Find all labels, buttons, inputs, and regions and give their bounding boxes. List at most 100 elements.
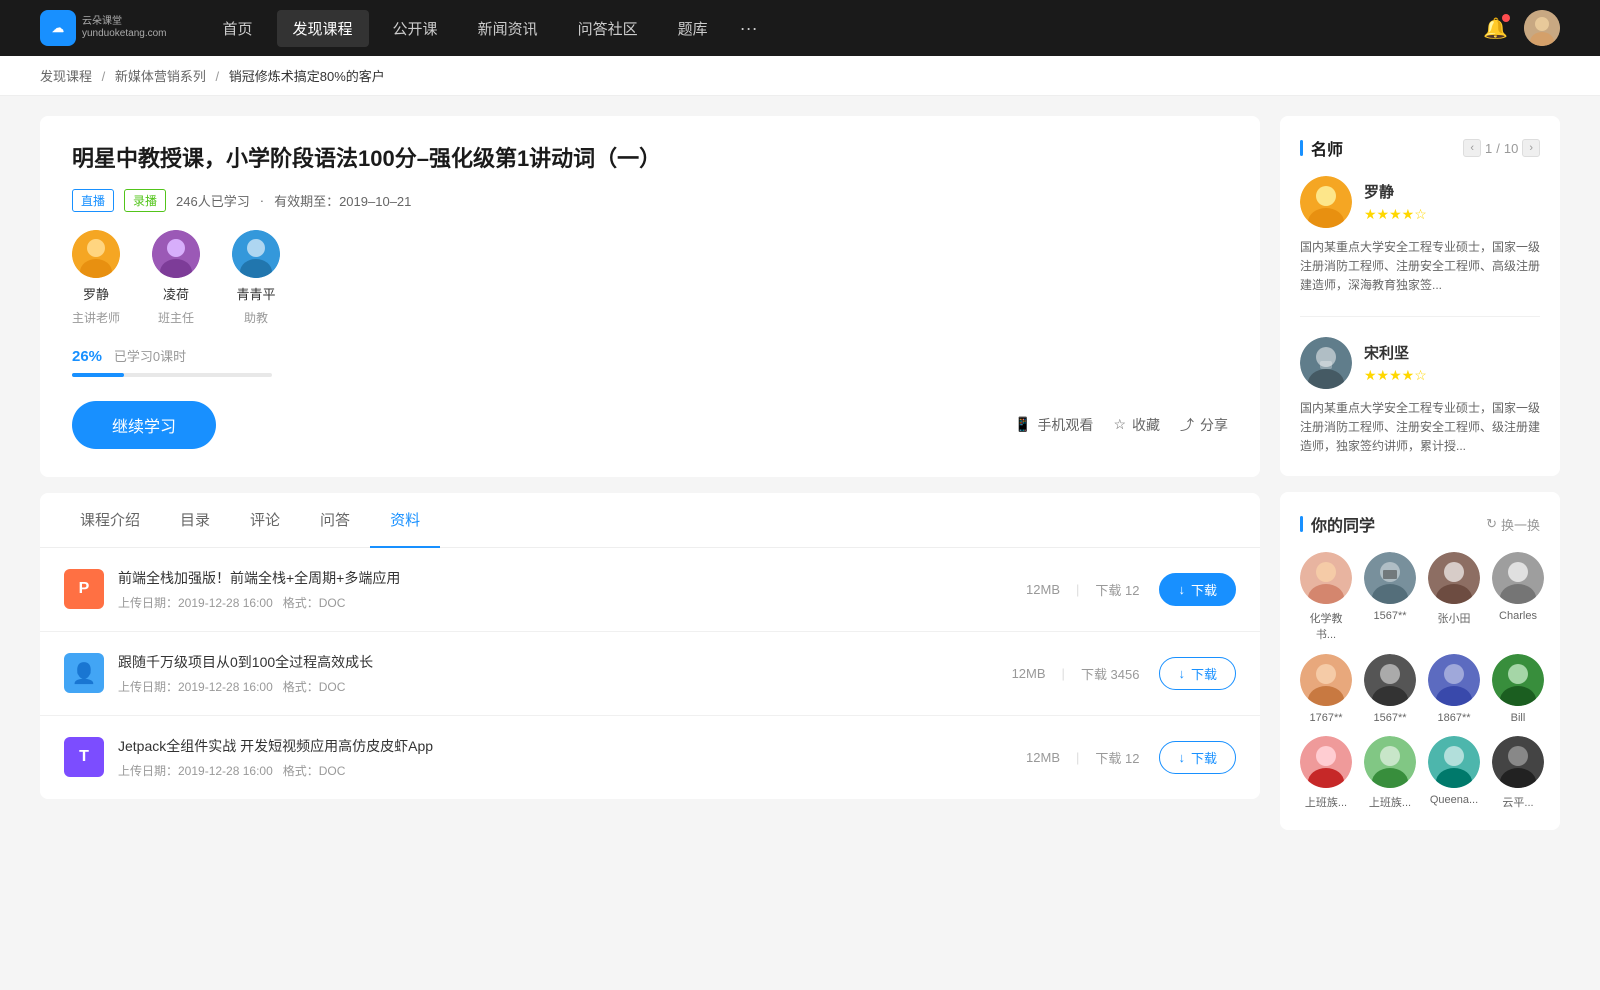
nav-more-button[interactable]: ··· bbox=[732, 14, 766, 43]
progress-section: 26% 已学习0课时 bbox=[72, 346, 1228, 377]
resource-icon-1: P bbox=[64, 569, 104, 609]
nav-item-quiz[interactable]: 题库 bbox=[662, 10, 724, 47]
classmate-name-1: 1567** bbox=[1373, 610, 1406, 622]
classmate-name-3: Charles bbox=[1499, 610, 1537, 622]
course-title: 明星中教授课，小学阶段语法100分–强化级第1讲动词（一） bbox=[72, 144, 1228, 175]
classmate-name-0: 化学教书... bbox=[1300, 610, 1352, 642]
nav-item-qa[interactable]: 问答社区 bbox=[562, 10, 654, 47]
badge-live: 直播 bbox=[72, 189, 114, 212]
logo[interactable]: ☁ 云朵课堂 yunduoketang.com bbox=[40, 10, 167, 46]
resource-item-1: P 前端全栈加强版！前端全栈+全周期+多端应用 上传日期：2019-12-28 … bbox=[40, 548, 1260, 632]
refresh-icon: ↻ bbox=[1486, 516, 1497, 532]
download-button-3[interactable]: ↓ 下载 bbox=[1159, 741, 1236, 774]
navbar: ☁ 云朵课堂 yunduoketang.com 首页 发现课程 公开课 新闻资讯… bbox=[0, 0, 1600, 56]
resource-stats-2: 12MB | 下载 3456 bbox=[1012, 664, 1140, 683]
resource-info-1: 前端全栈加强版！前端全栈+全周期+多端应用 上传日期：2019-12-28 16… bbox=[118, 568, 1026, 611]
classmate-avatar-3 bbox=[1492, 552, 1544, 604]
download-icon-2: ↓ bbox=[1178, 666, 1185, 681]
breadcrumb-link-1[interactable]: 发现课程 bbox=[40, 69, 92, 84]
download-icon-1: ↓ bbox=[1178, 582, 1185, 597]
classmate-name-4: 1767** bbox=[1309, 712, 1342, 724]
notification-dot bbox=[1502, 14, 1510, 22]
teacher-prev-button[interactable]: ‹ bbox=[1463, 139, 1481, 157]
teacher-card-1: 罗静 ★★★★☆ 国内某重点大学安全工程专业硕士，国家一级注册消防工程师、注册安… bbox=[1300, 176, 1540, 317]
download-button-1[interactable]: ↓ 下载 bbox=[1159, 573, 1236, 606]
classmate-avatar-0 bbox=[1300, 552, 1352, 604]
share-button[interactable]: ⤴ 分享 bbox=[1180, 415, 1228, 435]
classmate-name-10: Queena... bbox=[1430, 794, 1478, 806]
progress-bar-bg bbox=[72, 373, 272, 377]
resource-meta-1: 上传日期：2019-12-28 16:00 格式：DOC bbox=[118, 594, 1026, 611]
mobile-watch-button[interactable]: 📱 手机观看 bbox=[1014, 415, 1093, 435]
resource-info-3: Jetpack全组件实战 开发短视频应用高仿皮皮虾App 上传日期：2019-1… bbox=[118, 736, 1026, 779]
mobile-icon: 📱 bbox=[1014, 416, 1031, 433]
classmate-name-7: Bill bbox=[1511, 712, 1526, 724]
course-actions: 继续学习 📱 手机观看 ☆ 收藏 ⤴ 分享 bbox=[72, 401, 1228, 449]
logo-text: 云朵课堂 yunduoketang.com bbox=[82, 16, 167, 40]
classmate-name-9: 上班族... bbox=[1369, 794, 1411, 810]
classmate-item-5: 1567** bbox=[1364, 654, 1416, 724]
classmate-name-5: 1567** bbox=[1373, 712, 1406, 724]
teachers-panel-nav: ‹ 1 / 10 › bbox=[1463, 139, 1540, 157]
classmate-item-4: 1767** bbox=[1300, 654, 1352, 724]
star-icon: ☆ bbox=[1113, 416, 1126, 433]
breadcrumb-sep-1: / bbox=[102, 69, 106, 84]
sidebar: 名师 ‹ 1 / 10 › 罗静 ★★★★☆ bbox=[1280, 116, 1560, 846]
teacher-card-header-2: 宋利坚 ★★★★☆ bbox=[1300, 337, 1540, 389]
collect-button[interactable]: ☆ 收藏 bbox=[1113, 415, 1160, 435]
continue-learning-button[interactable]: 继续学习 bbox=[72, 401, 216, 449]
nav-right: 🔔 bbox=[1483, 10, 1560, 46]
teacher-page-total: 10 bbox=[1504, 141, 1518, 156]
resource-item-3: T Jetpack全组件实战 开发短视频应用高仿皮皮虾App 上传日期：2019… bbox=[40, 716, 1260, 799]
resource-title-2: 跟随千万级项目从0到100全过程高效成长 bbox=[118, 652, 1012, 672]
classmate-item-7: Bill bbox=[1492, 654, 1544, 724]
classmates-panel: 你的同学 ↻ 换一换 化学教书... bbox=[1280, 492, 1560, 830]
resource-stats-3: 12MB | 下载 12 bbox=[1026, 748, 1139, 767]
teachers-panel-title: 名师 bbox=[1300, 136, 1343, 160]
teacher-role-1: 主讲老师 bbox=[72, 309, 120, 326]
breadcrumb-link-2[interactable]: 新媒体营销系列 bbox=[115, 69, 206, 84]
refresh-classmates-button[interactable]: ↻ 换一换 bbox=[1486, 515, 1540, 534]
teachers-list: 罗静 主讲老师 凌荷 班主任 bbox=[72, 230, 1228, 326]
tab-catalog[interactable]: 目录 bbox=[160, 493, 230, 548]
classmate-avatar-5 bbox=[1364, 654, 1416, 706]
classmates-grid: 化学教书... 1567** 张小田 bbox=[1300, 552, 1540, 810]
content-area: 明星中教授课，小学阶段语法100分–强化级第1讲动词（一） 直播 录播 246人… bbox=[40, 116, 1260, 846]
classmate-avatar-1 bbox=[1364, 552, 1416, 604]
nav-items: 首页 发现课程 公开课 新闻资讯 问答社区 题库 ··· bbox=[207, 10, 1484, 47]
tab-review[interactable]: 评论 bbox=[230, 493, 300, 548]
classmate-item-1: 1567** bbox=[1364, 552, 1416, 642]
teacher-next-button[interactable]: › bbox=[1522, 139, 1540, 157]
classmate-item-11: 云平... bbox=[1492, 736, 1544, 810]
progress-sub: 已学习0课时 bbox=[114, 349, 186, 364]
nav-item-public[interactable]: 公开课 bbox=[377, 10, 454, 47]
separator: · bbox=[260, 193, 264, 208]
user-avatar[interactable] bbox=[1524, 10, 1560, 46]
course-card: 明星中教授课，小学阶段语法100分–强化级第1讲动词（一） 直播 录播 246人… bbox=[40, 116, 1260, 477]
download-icon-3: ↓ bbox=[1178, 750, 1185, 765]
tabs-content: P 前端全栈加强版！前端全栈+全周期+多端应用 上传日期：2019-12-28 … bbox=[40, 548, 1260, 799]
teacher-avatar-1 bbox=[72, 230, 120, 278]
resource-meta-2: 上传日期：2019-12-28 16:00 格式：DOC bbox=[118, 678, 1012, 695]
resource-icon-3: T bbox=[64, 737, 104, 777]
classmate-item-9: 上班族... bbox=[1364, 736, 1416, 810]
breadcrumb: 发现课程 / 新媒体营销系列 / 销冠修炼术搞定80%的客户 bbox=[0, 56, 1600, 96]
breadcrumb-sep-2: / bbox=[216, 69, 220, 84]
classmate-avatar-11 bbox=[1492, 736, 1544, 788]
nav-item-news[interactable]: 新闻资讯 bbox=[462, 10, 554, 47]
tab-resources[interactable]: 资料 bbox=[370, 493, 440, 548]
bell-icon[interactable]: 🔔 bbox=[1483, 16, 1508, 41]
tabs-header: 课程介绍 目录 评论 问答 资料 bbox=[40, 493, 1260, 548]
breadcrumb-current: 销冠修炼术搞定80%的客户 bbox=[229, 69, 385, 84]
tab-qa[interactable]: 问答 bbox=[300, 493, 370, 548]
teacher-avatar-2 bbox=[152, 230, 200, 278]
teacher-card-info-1: 罗静 ★★★★☆ bbox=[1364, 181, 1540, 223]
valid-until: 有效期至：2019–10–21 bbox=[274, 191, 411, 210]
download-button-2[interactable]: ↓ 下载 bbox=[1159, 657, 1236, 690]
nav-item-discover[interactable]: 发现课程 bbox=[277, 10, 369, 47]
resource-stats-1: 12MB | 下载 12 bbox=[1026, 580, 1139, 599]
nav-item-home[interactable]: 首页 bbox=[207, 10, 269, 47]
classmate-name-2: 张小田 bbox=[1438, 610, 1471, 626]
classmate-avatar-2 bbox=[1428, 552, 1480, 604]
tab-intro[interactable]: 课程介绍 bbox=[60, 493, 160, 548]
